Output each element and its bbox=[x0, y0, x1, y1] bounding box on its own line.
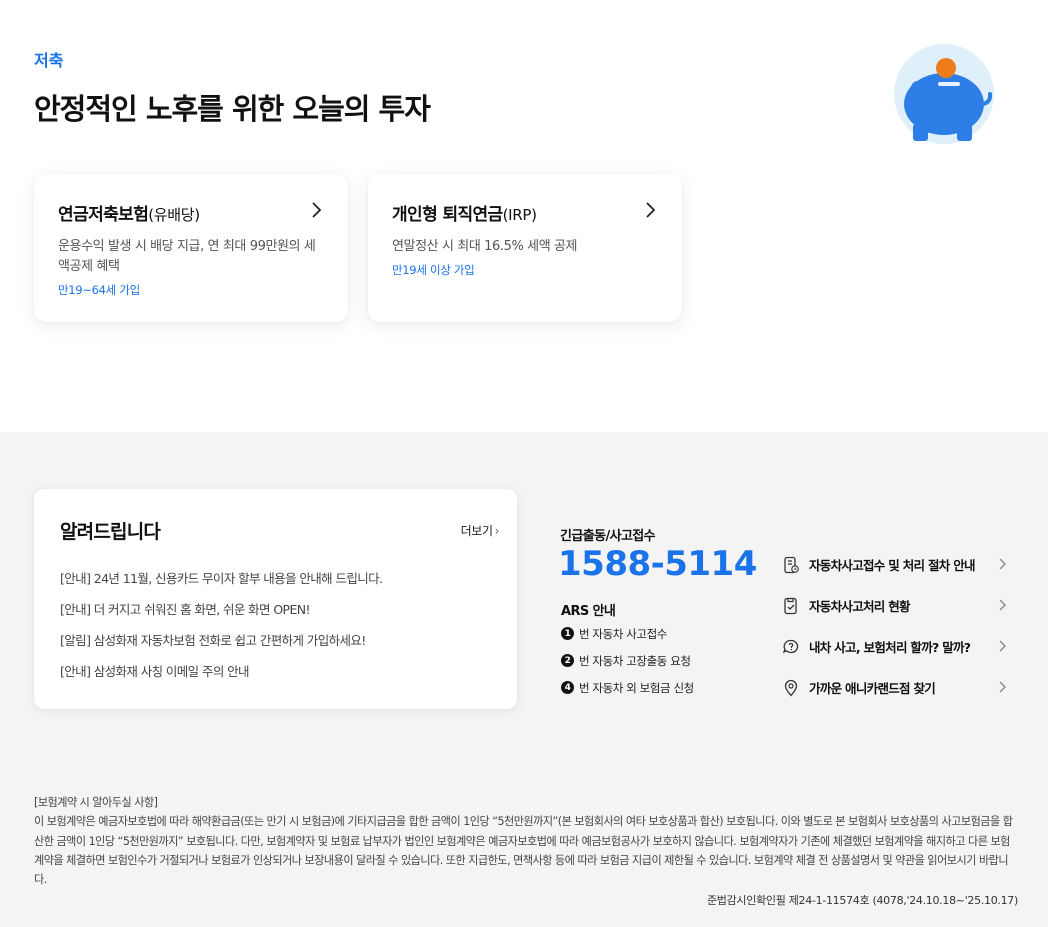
quick-links: 자동차사고접수 및 처리 절차 안내 자동차사고처리 현황 내차 사고, 보험처… bbox=[782, 544, 1010, 708]
ars-item: 1 번 자동차 사고접수 bbox=[561, 620, 694, 647]
footer-section: 알려드립니다 더보기 › [안내] 24년 11월, 신용카드 무이자 할부 내용… bbox=[0, 432, 1048, 927]
chat-question-icon bbox=[782, 639, 799, 653]
notice-list: [안내] 24년 11월, 신용카드 무이자 할부 내용을 안내해 드립니다. … bbox=[60, 563, 383, 687]
emergency-phone[interactable]: 1588-5114 bbox=[558, 544, 757, 584]
section-headline: 안정적인 노후를 위한 오늘의 투자 bbox=[34, 92, 431, 126]
notice-panel: 알려드립니다 더보기 › [안내] 24년 11월, 신용카드 무이자 할부 내용… bbox=[34, 489, 517, 709]
legal-notice: [보험계약 시 알아두실 사항] 이 보험계약은 예금자보호법에 따라 해약환급… bbox=[34, 793, 1019, 889]
savings-section: 저축 안정적인 노후를 위한 오늘의 투자 연금저축보험(유배당) 운용수익 발… bbox=[0, 0, 1048, 432]
quick-link-label: 자동차사고접수 및 처리 절차 안내 bbox=[809, 558, 976, 573]
location-pin-icon bbox=[784, 679, 798, 696]
quick-link-accident-status[interactable]: 자동차사고처리 현황 bbox=[782, 585, 1010, 626]
chevron-right-icon bbox=[999, 599, 1006, 611]
ars-item: 2 번 자동차 고장출동 요청 bbox=[561, 647, 694, 674]
notice-title: 알려드립니다 bbox=[60, 521, 161, 543]
ars-number-badge: 4 bbox=[561, 681, 574, 694]
legal-body: 이 보험계약은 예금자보호법에 따라 해약환급금(또는 만기 시 보험금)에 기… bbox=[34, 815, 1013, 887]
chevron-right-icon bbox=[646, 202, 656, 218]
chevron-right-icon: › bbox=[494, 524, 500, 538]
chevron-right-icon bbox=[999, 640, 1006, 652]
notice-item[interactable]: [안내] 삼성화재 사칭 이메일 주의 안내 bbox=[60, 656, 382, 687]
card-title: 연금저축보험(유배당) bbox=[58, 205, 200, 225]
card-age-range: 만19세 이상 가입 bbox=[392, 263, 475, 277]
ars-label: ARS 안내 bbox=[561, 604, 616, 619]
notice-more-link[interactable]: 더보기 › bbox=[461, 522, 500, 539]
notice-item[interactable]: [안내] 24년 11월, 신용카드 무이자 할부 내용을 안내해 드립니다. bbox=[60, 563, 383, 594]
notice-item[interactable]: [안내] 더 커지고 쉬워진 홈 화면, 쉬운 화면 OPEN! bbox=[60, 594, 382, 625]
compliance-approval: 준법감시인확인필 제24-1-11574호 (4078,'24.10.18~'2… bbox=[706, 894, 1018, 907]
quick-link-label: 자동차사고처리 현황 bbox=[809, 599, 911, 614]
section-eyebrow: 저축 bbox=[34, 51, 64, 70]
ars-text: 번 자동차 고장출동 요청 bbox=[579, 653, 691, 668]
chevron-right-icon bbox=[999, 558, 1006, 570]
ars-text: 번 자동차 사고접수 bbox=[579, 626, 667, 641]
card-title: 개인형 퇴직연금(IRP) bbox=[392, 205, 537, 225]
ars-list: 1 번 자동차 사고접수 2 번 자동차 고장출동 요청 4 번 자동차 외 보험금 … bbox=[561, 620, 694, 701]
product-card-pension-savings[interactable]: 연금저축보험(유배당) 운용수익 발생 시 배당 지급, 연 최대 99만원의 … bbox=[34, 174, 348, 322]
quick-link-label: 내차 사고, 보험처리 할까? 말까? bbox=[809, 640, 971, 655]
piggy-bank-icon bbox=[894, 44, 994, 144]
chevron-right-icon bbox=[999, 681, 1006, 693]
legal-title: [보험계약 시 알아두실 사항] bbox=[34, 796, 158, 809]
ars-number-badge: 1 bbox=[561, 627, 574, 640]
ars-text: 번 자동차 외 보험금 신청 bbox=[579, 680, 694, 695]
card-description: 운용수익 발생 시 배당 지급, 연 최대 99만원의 세액공제 혜택 bbox=[58, 239, 316, 274]
doc-status-icon bbox=[784, 597, 797, 614]
quick-link-label: 가까운 애니카랜드점 찾기 bbox=[809, 681, 936, 696]
chevron-right-icon bbox=[312, 202, 322, 218]
card-description: 연말정산 시 최대 16.5% 세액 공제 bbox=[392, 239, 578, 254]
quick-link-claim-decision[interactable]: 내차 사고, 보험처리 할까? 말까? bbox=[782, 626, 1010, 667]
notice-item[interactable]: [알림] 삼성화재 자동차보험 전화로 쉽고 간편하게 가입하세요! bbox=[60, 625, 382, 656]
quick-link-find-anycarland[interactable]: 가까운 애니카랜드점 찾기 bbox=[782, 667, 1010, 708]
product-card-irp[interactable]: 개인형 퇴직연금(IRP) 연말정산 시 최대 16.5% 세액 공제 만19세… bbox=[368, 174, 682, 322]
quick-link-accident-procedure[interactable]: 자동차사고접수 및 처리 절차 안내 bbox=[782, 544, 1010, 585]
emergency-label: 긴급출동/사고접수 bbox=[560, 529, 656, 544]
phone-doc-icon bbox=[784, 556, 799, 573]
card-age-range: 만19~64세 가입 bbox=[58, 283, 140, 297]
ars-item: 4 번 자동차 외 보험금 신청 bbox=[561, 674, 694, 701]
ars-number-badge: 2 bbox=[561, 654, 574, 667]
